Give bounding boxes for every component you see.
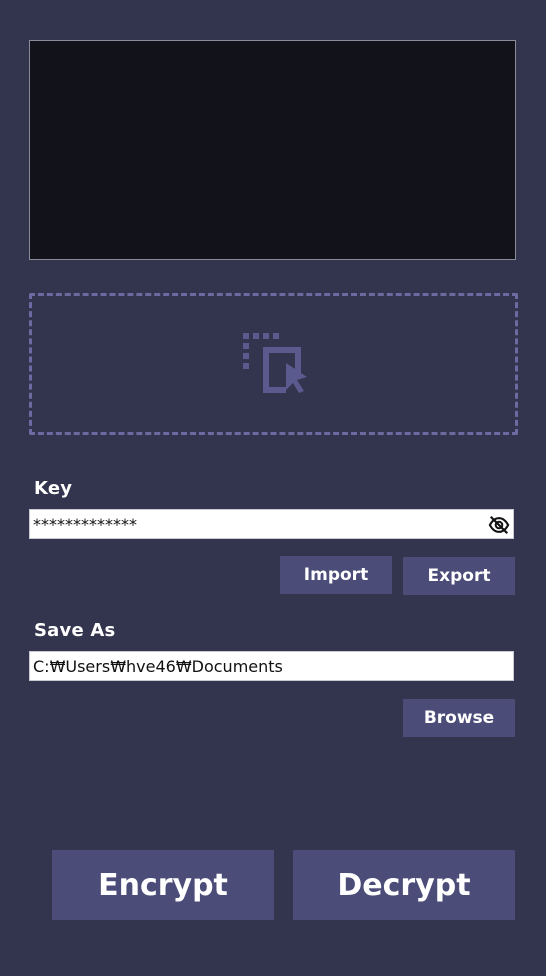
key-label: Key (34, 478, 73, 499)
export-button[interactable]: Export (403, 557, 515, 595)
encrypt-button[interactable]: Encrypt (52, 850, 274, 920)
browse-button[interactable]: Browse (403, 699, 515, 737)
decrypt-button[interactable]: Decrypt (293, 850, 515, 920)
save-as-label: Save As (34, 620, 116, 641)
save-as-field[interactable] (29, 651, 514, 681)
preview-area (29, 40, 516, 260)
import-button[interactable]: Import (280, 556, 392, 594)
app-window: Key Import Export Save As Browse Encrypt… (0, 0, 546, 976)
select-cursor-icon (240, 330, 308, 398)
key-input[interactable] (30, 510, 513, 538)
file-drop-zone[interactable] (29, 293, 518, 435)
key-field[interactable] (29, 509, 514, 539)
save-path-input[interactable] (30, 652, 513, 680)
eye-off-icon[interactable] (487, 513, 511, 537)
